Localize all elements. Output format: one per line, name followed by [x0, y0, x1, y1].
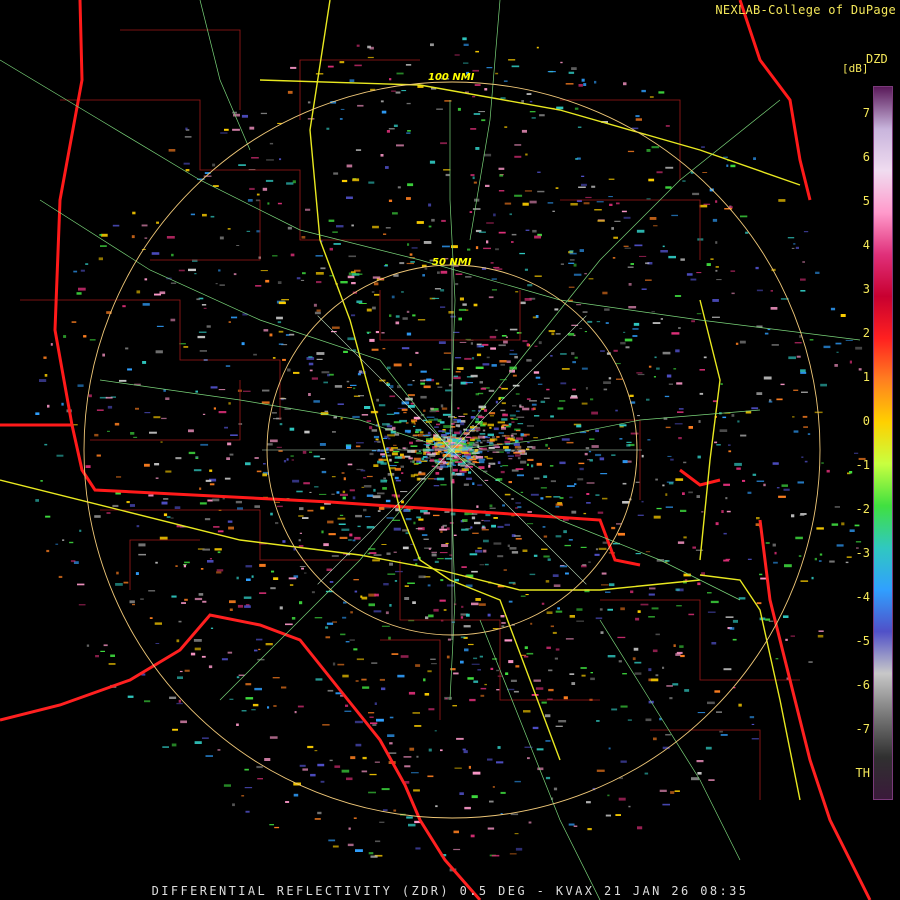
scale-tick-label: 0: [862, 414, 870, 428]
unit-label: [dB]: [842, 62, 869, 75]
radial-lines: [262, 260, 642, 640]
scale-tick-label: -3: [855, 546, 870, 560]
scale-tick-label: 4: [862, 238, 870, 252]
scale-tick-label: 2: [862, 326, 870, 340]
scale-tick-label: 7: [862, 106, 870, 120]
scale-tick-label: -6: [855, 678, 870, 692]
scale-tick-label: -7: [855, 722, 870, 736]
scale-tick-label: 3: [862, 282, 870, 296]
scale-tick-label: -2: [855, 502, 870, 516]
scale-tick-label: -5: [855, 634, 870, 648]
product-code-label: DZD: [866, 52, 888, 66]
product-caption: DIFFERENTIAL REFLECTIVITY (ZDR) 0.5 DEG …: [151, 884, 749, 898]
scale-tick-label: 5: [862, 194, 870, 208]
radar-map: [0, 0, 900, 900]
credit-label: NEXLAB-College of DuPage: [715, 3, 896, 17]
scale-tick-label: 6: [862, 150, 870, 164]
scale-tick-label: -1: [855, 458, 870, 472]
ring-label-100: 100 NMI: [428, 72, 475, 83]
scale-tick-label: TH: [855, 766, 870, 780]
color-scale-bar: [873, 86, 893, 800]
scale-tick-label: 1: [862, 370, 870, 384]
unit-text: dB: [848, 62, 862, 75]
scale-tick-label: -4: [855, 590, 870, 604]
ring-label-50: 50 NMI: [432, 257, 472, 268]
